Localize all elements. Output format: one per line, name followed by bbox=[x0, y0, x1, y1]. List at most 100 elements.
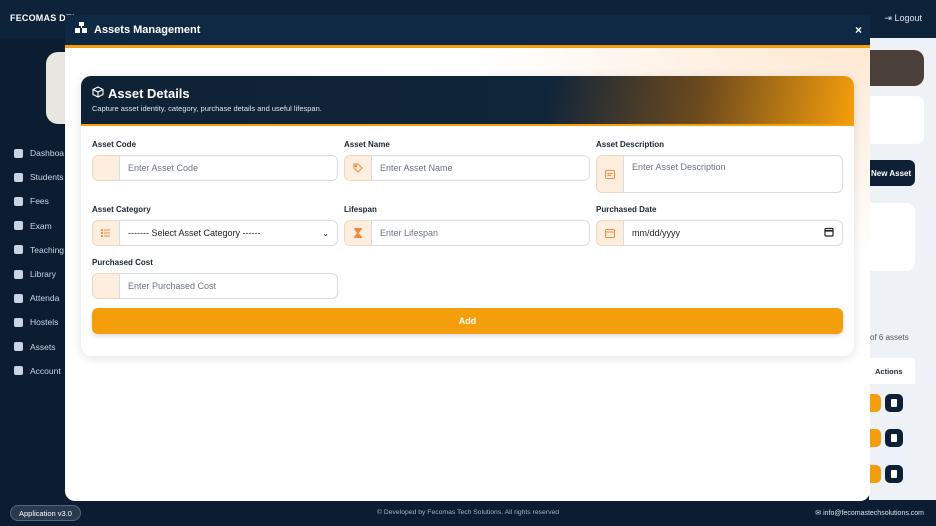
logout-icon: ⇥ bbox=[884, 13, 892, 23]
purchased-date-input[interactable]: mm/dd/yyyy bbox=[623, 220, 843, 246]
purchased-date-group: Purchased Date mm/dd/yyyy bbox=[596, 205, 843, 246]
asset-code-label: Asset Code bbox=[92, 140, 137, 149]
asset-code-group: Asset Code bbox=[92, 140, 338, 181]
footer-copyright: © Developed by Fecomas Tech Solutions. A… bbox=[376, 509, 560, 516]
actions-column-header: Actions bbox=[869, 358, 915, 384]
sidebar-item-attendance[interactable]: Attenda bbox=[14, 286, 64, 310]
assets-icon bbox=[75, 21, 88, 39]
sidebar-item-label: Exam bbox=[30, 220, 52, 231]
calendar-icon bbox=[596, 220, 623, 246]
background-filter-card bbox=[869, 203, 915, 271]
sidebar-item-label: Attenda bbox=[30, 293, 60, 304]
background-banner bbox=[869, 50, 924, 86]
asset-details-card: Asset Details Capture asset identity, ca… bbox=[81, 76, 854, 356]
asset-name-label: Asset Name bbox=[344, 140, 390, 149]
exam-icon bbox=[14, 221, 23, 231]
logout-link[interactable]: ⇥ Logout bbox=[884, 13, 922, 24]
sidebar-item-label: Dashboa bbox=[30, 148, 65, 159]
attendance-icon bbox=[14, 293, 23, 303]
logout-label: Logout bbox=[894, 13, 922, 23]
footer-email[interactable]: ✉ info@fecomastechsolutions.com bbox=[815, 509, 924, 517]
sidebar-nav: Dashboa Students Fees Exam Teaching Libr… bbox=[14, 141, 64, 383]
sidebar: Dashboa Students Fees Exam Teaching Libr… bbox=[0, 38, 76, 500]
accounts-icon bbox=[14, 366, 23, 376]
app-footer: Application v3.0 © Developed by Fecomas … bbox=[0, 500, 936, 526]
fees-icon bbox=[14, 196, 23, 206]
asset-name-input[interactable] bbox=[371, 155, 590, 181]
library-icon bbox=[14, 269, 23, 279]
sidebar-item-assets[interactable]: Assets bbox=[14, 335, 64, 359]
asset-description-input[interactable] bbox=[623, 155, 843, 193]
asset-count: of 6 assets bbox=[870, 333, 909, 342]
chevron-down-icon: ⌄ bbox=[322, 228, 329, 238]
background-content: New Asset of 6 assets Actions bbox=[869, 38, 936, 500]
sidebar-item-label: Teaching bbox=[30, 244, 65, 255]
sidebar-item-library[interactable]: Library bbox=[14, 262, 64, 286]
purchased-date-value: mm/dd/yyyy bbox=[632, 228, 681, 238]
students-icon bbox=[14, 172, 23, 182]
asset-code-addon bbox=[92, 155, 119, 181]
delete-button[interactable] bbox=[885, 465, 903, 483]
description-icon bbox=[596, 155, 623, 193]
sidebar-item-students[interactable]: Students bbox=[14, 165, 64, 189]
lifespan-input[interactable] bbox=[371, 220, 590, 246]
table-row-actions bbox=[869, 394, 909, 414]
sidebar-item-label: Assets bbox=[30, 341, 56, 352]
sidebar-item-exam[interactable]: Exam bbox=[14, 214, 64, 238]
asset-name-group: Asset Name bbox=[344, 140, 590, 181]
card-subtitle: Capture asset identity, category, purcha… bbox=[92, 104, 322, 113]
asset-category-selected: ------- Select Asset Category ------ bbox=[128, 228, 261, 238]
sidebar-item-fees[interactable]: Fees bbox=[14, 189, 64, 213]
asset-category-select[interactable]: ------- Select Asset Category ------ ⌄ bbox=[119, 220, 338, 246]
table-row-actions bbox=[869, 465, 909, 485]
add-asset-button[interactable]: Add bbox=[92, 308, 843, 334]
sidebar-item-label: Account bbox=[30, 365, 61, 376]
background-card bbox=[869, 96, 924, 144]
delete-button[interactable] bbox=[885, 394, 903, 412]
list-icon bbox=[92, 220, 119, 246]
modal-header: Assets Management × bbox=[65, 15, 870, 48]
purchased-cost-label: Purchased Cost bbox=[92, 258, 153, 267]
card-title: Asset Details bbox=[92, 86, 190, 101]
hourglass-icon bbox=[344, 220, 371, 246]
asset-category-group: Asset Category ------- Select Asset Cate… bbox=[92, 205, 338, 246]
card-title-text: Asset Details bbox=[108, 86, 190, 101]
asset-description-group: Asset Description bbox=[596, 140, 843, 193]
footer-email-text: info@fecomastechsolutions.com bbox=[823, 510, 924, 517]
hostel-icon bbox=[14, 317, 23, 327]
close-icon[interactable]: × bbox=[855, 23, 862, 37]
assets-modal: Assets Management × Asset Details Captur… bbox=[65, 15, 870, 501]
asset-code-input[interactable] bbox=[119, 155, 338, 181]
assets-icon bbox=[14, 342, 23, 352]
sidebar-item-label: Library bbox=[30, 269, 56, 280]
calendar-picker-icon[interactable] bbox=[824, 227, 834, 239]
edit-button[interactable] bbox=[869, 394, 881, 412]
sidebar-item-label: Fees bbox=[30, 196, 49, 207]
edit-button[interactable] bbox=[869, 429, 881, 447]
asset-category-label: Asset Category bbox=[92, 205, 151, 214]
purchased-date-label: Purchased Date bbox=[596, 205, 657, 214]
delete-button[interactable] bbox=[885, 429, 903, 447]
new-asset-button[interactable]: New Asset bbox=[869, 160, 915, 186]
tag-icon bbox=[344, 155, 371, 181]
asset-description-label: Asset Description bbox=[596, 140, 665, 149]
lifespan-group: Lifespan bbox=[344, 205, 590, 246]
edit-button[interactable] bbox=[869, 465, 881, 483]
table-row-actions bbox=[869, 429, 909, 449]
sidebar-item-teaching[interactable]: Teaching bbox=[14, 238, 64, 262]
purchased-cost-addon bbox=[92, 273, 119, 299]
sidebar-item-label: Hostels bbox=[30, 317, 59, 328]
sidebar-item-dashboard[interactable]: Dashboa bbox=[14, 141, 64, 165]
card-header: Asset Details Capture asset identity, ca… bbox=[81, 76, 854, 126]
home-icon bbox=[14, 148, 23, 158]
sidebar-item-accounts[interactable]: Account bbox=[14, 359, 64, 383]
teaching-icon bbox=[14, 245, 23, 255]
sidebar-item-hostels[interactable]: Hostels bbox=[14, 310, 64, 334]
sidebar-item-label: Students bbox=[30, 172, 64, 183]
mail-icon: ✉ bbox=[815, 510, 822, 517]
lifespan-label: Lifespan bbox=[344, 205, 377, 214]
purchased-cost-group: Purchased Cost bbox=[92, 258, 338, 299]
box-icon bbox=[92, 86, 104, 101]
purchased-cost-input[interactable] bbox=[119, 273, 338, 299]
modal-title: Assets Management bbox=[94, 24, 201, 36]
